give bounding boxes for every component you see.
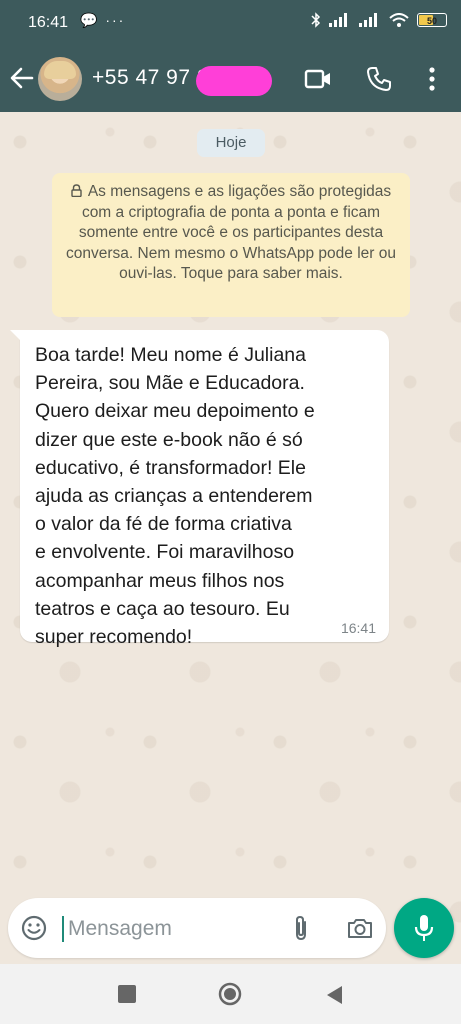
message-time: 16:41	[340, 620, 376, 636]
back-arrow-icon[interactable]	[8, 64, 36, 92]
status-right-icons: 50	[311, 12, 447, 28]
video-call-icon[interactable]	[304, 68, 332, 90]
avatar[interactable]	[38, 57, 82, 101]
more-vert-icon[interactable]	[426, 66, 438, 92]
battery-icon: 50	[417, 13, 447, 27]
camera-icon[interactable]	[346, 916, 374, 940]
notification-icons: 💬 ···	[80, 12, 126, 28]
message-input[interactable]	[66, 912, 280, 946]
home-icon[interactable]	[218, 982, 242, 1006]
signal-icon-2	[359, 13, 377, 27]
message-composer	[8, 898, 386, 958]
nav-back-icon[interactable]	[324, 984, 344, 1006]
paperclip-icon[interactable]	[291, 914, 311, 942]
encryption-notice[interactable]: As mensagens e as ligações são protegida…	[52, 173, 410, 317]
status-time: 16:41	[28, 14, 69, 31]
incoming-message[interactable]: Boa tarde! Meu nome é Juliana Pereira, s…	[10, 330, 389, 648]
system-nav-bar	[0, 964, 461, 1024]
redaction-mark	[196, 66, 272, 96]
chat-area[interactable]: Hoje As mensagens e as ligações são prot…	[0, 112, 461, 964]
mic-icon	[414, 915, 434, 941]
status-bar: 16:41 💬 ··· 50	[0, 0, 461, 46]
mic-button[interactable]	[394, 898, 454, 958]
signal-icon	[329, 13, 347, 27]
message-text: Boa tarde! Meu nome é Juliana Pereira, s…	[35, 344, 315, 649]
text-cursor	[62, 916, 64, 942]
date-chip: Hoje	[197, 129, 265, 157]
lock-icon	[71, 184, 82, 197]
encryption-notice-text: As mensagens e as ligações são protegida…	[66, 183, 396, 282]
emoji-icon[interactable]	[20, 914, 48, 942]
contact-name[interactable]: +55 47 97 2	[92, 66, 209, 90]
bluetooth-icon	[311, 12, 321, 28]
battery-level: 50	[426, 16, 437, 26]
wifi-icon	[389, 13, 409, 27]
phone-call-icon[interactable]	[366, 66, 392, 92]
recent-apps-icon[interactable]	[118, 985, 136, 1003]
